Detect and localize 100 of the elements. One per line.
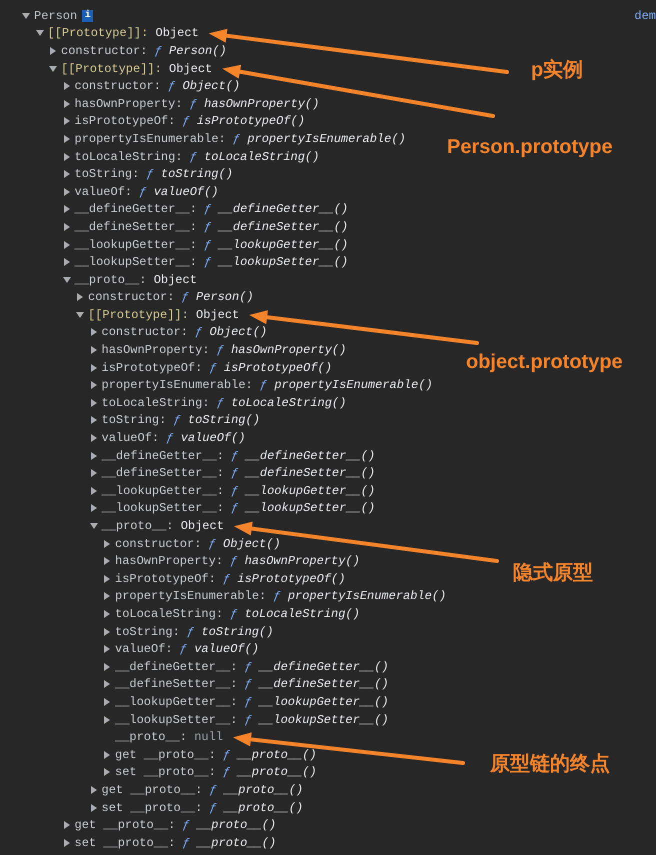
down-triangle-icon[interactable]	[36, 29, 44, 38]
right-triangle-icon[interactable]	[62, 100, 70, 108]
property-key: propertyIsEnumerable:	[102, 376, 253, 394]
property-key: toLocaleString:	[115, 604, 224, 623]
function-sign: ƒ	[182, 834, 190, 852]
object-label: Person	[34, 8, 78, 25]
property-key: __lookupGetter__:	[74, 236, 197, 254]
property-key: __defineGetter__:	[115, 658, 238, 676]
right-triangle-icon[interactable]	[49, 46, 57, 55]
function-name: hasOwnProperty()	[244, 553, 360, 570]
property-key: constructor:	[74, 77, 161, 96]
right-triangle-icon[interactable]	[90, 804, 98, 812]
right-triangle-icon[interactable]	[103, 540, 111, 548]
function-name: isPrototypeOf()	[196, 113, 305, 130]
right-triangle-icon[interactable]	[90, 486, 98, 495]
right-triangle-icon[interactable]	[90, 786, 98, 794]
right-triangle-icon[interactable]	[90, 434, 98, 442]
property-key: __lookupSetter__:	[102, 499, 224, 518]
down-triangle-icon[interactable]	[90, 522, 98, 530]
right-triangle-icon[interactable]	[62, 117, 70, 126]
property-key: set __proto__:	[74, 834, 176, 852]
right-triangle-icon[interactable]	[103, 680, 111, 688]
down-triangle-icon[interactable]	[62, 276, 70, 284]
function-sign: ƒ	[166, 430, 174, 448]
right-triangle-icon[interactable]	[90, 504, 98, 512]
right-triangle-icon[interactable]	[103, 662, 111, 671]
annotation-label: 原型链的终点	[490, 752, 610, 777]
right-triangle-icon[interactable]	[90, 416, 98, 424]
right-triangle-icon[interactable]	[62, 821, 70, 830]
function-sign: ƒ	[223, 746, 230, 764]
function-sign: ƒ	[273, 588, 281, 606]
right-triangle-icon[interactable]	[103, 750, 111, 759]
right-triangle-icon[interactable]	[90, 364, 98, 372]
right-triangle-icon[interactable]	[62, 240, 70, 249]
property-key: propertyIsEnumerable:	[74, 130, 226, 148]
function-sign: ƒ	[216, 342, 224, 360]
right-triangle-icon[interactable]	[90, 328, 98, 336]
function-sign: ƒ	[210, 800, 217, 817]
function-sign: ƒ	[204, 254, 212, 272]
right-triangle-icon[interactable]	[90, 469, 98, 478]
function-name: __defineSetter__()	[246, 465, 376, 482]
source-link[interactable]: dem	[634, 6, 656, 25]
annotation-label: p实例	[531, 58, 584, 83]
function-name: __defineSetter__()	[218, 218, 348, 236]
right-triangle-icon[interactable]	[62, 170, 70, 178]
right-triangle-icon[interactable]	[90, 452, 98, 460]
property-key: __proto__:	[102, 517, 174, 536]
right-triangle-icon[interactable]	[62, 258, 70, 266]
right-triangle-icon[interactable]	[62, 152, 70, 161]
right-triangle-icon[interactable]	[90, 346, 98, 354]
down-triangle-icon[interactable]	[22, 12, 30, 20]
right-triangle-icon[interactable]	[103, 716, 111, 724]
function-name: __lookupGetter__()	[259, 694, 389, 711]
function-sign: ƒ	[168, 78, 176, 96]
property-key: __defineSetter__:	[115, 675, 238, 694]
property-key: constructor:	[102, 323, 188, 342]
function-name: propertyIsEnumerable()	[288, 588, 446, 606]
function-name: valueOf()	[194, 641, 259, 658]
function-name: isPrototypeOf()	[224, 360, 332, 377]
property-key: __defineGetter__:	[74, 200, 197, 218]
right-triangle-icon[interactable]	[62, 134, 70, 143]
function-name: isPrototypeOf()	[237, 570, 346, 588]
annotation-label: object.prototype	[466, 350, 623, 375]
right-triangle-icon[interactable]	[90, 398, 98, 407]
property-key: hasOwnProperty:	[74, 94, 183, 113]
right-triangle-icon[interactable]	[62, 222, 70, 231]
property-key: hasOwnProperty:	[115, 552, 224, 570]
function-sign: ƒ	[244, 658, 252, 676]
function-name: propertyIsEnumerable()	[247, 130, 406, 148]
function-name: __lookupSetter__()	[259, 712, 389, 729]
right-triangle-icon[interactable]	[103, 557, 111, 566]
function-name: __proto__()	[224, 800, 304, 817]
function-sign: ƒ	[208, 536, 216, 553]
right-triangle-icon[interactable]	[103, 698, 111, 706]
function-name: __proto__()	[237, 764, 317, 782]
function-sign: ƒ	[223, 764, 230, 782]
property-key: __defineSetter__:	[74, 218, 197, 236]
right-triangle-icon[interactable]	[103, 645, 111, 654]
right-triangle-icon[interactable]	[103, 574, 111, 583]
function-name: __defineGetter__()	[246, 448, 376, 465]
function-name: Person()	[169, 42, 227, 60]
right-triangle-icon[interactable]	[62, 205, 70, 214]
down-triangle-icon[interactable]	[49, 64, 57, 73]
property-value: Object	[154, 272, 197, 289]
right-triangle-icon[interactable]	[103, 628, 111, 636]
right-triangle-icon[interactable]	[90, 381, 98, 390]
right-triangle-icon[interactable]	[62, 838, 70, 847]
right-triangle-icon[interactable]	[103, 768, 111, 776]
function-name: Object()	[182, 78, 240, 96]
right-triangle-icon[interactable]	[103, 610, 111, 618]
right-triangle-icon[interactable]	[103, 592, 111, 600]
function-name: toLocaleString()	[204, 148, 320, 166]
right-triangle-icon[interactable]	[62, 188, 70, 196]
function-name: __defineGetter__()	[218, 201, 348, 218]
function-sign: ƒ	[244, 676, 252, 694]
right-triangle-icon[interactable]	[76, 293, 84, 302]
down-triangle-icon[interactable]	[76, 310, 84, 319]
function-sign: ƒ	[204, 218, 212, 236]
right-triangle-icon[interactable]	[62, 82, 70, 90]
info-badge: i	[82, 10, 94, 22]
